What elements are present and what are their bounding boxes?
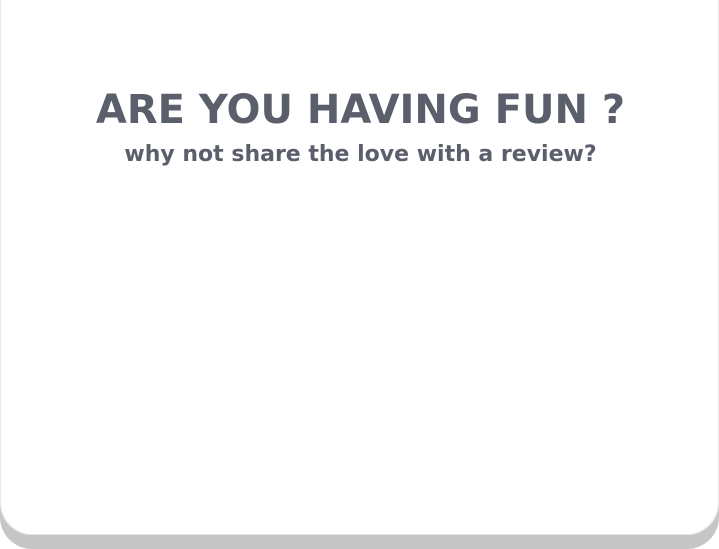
review-prompt-subtitle: why not share the love with a review?	[124, 142, 597, 167]
review-prompt-title: ARE YOU HAVING FUN ?	[95, 87, 626, 133]
review-prompt-screen: ARE YOU HAVING FUN ? why not share the l…	[0, 0, 719, 549]
review-prompt-card: ARE YOU HAVING FUN ? why not share the l…	[0, 0, 719, 535]
